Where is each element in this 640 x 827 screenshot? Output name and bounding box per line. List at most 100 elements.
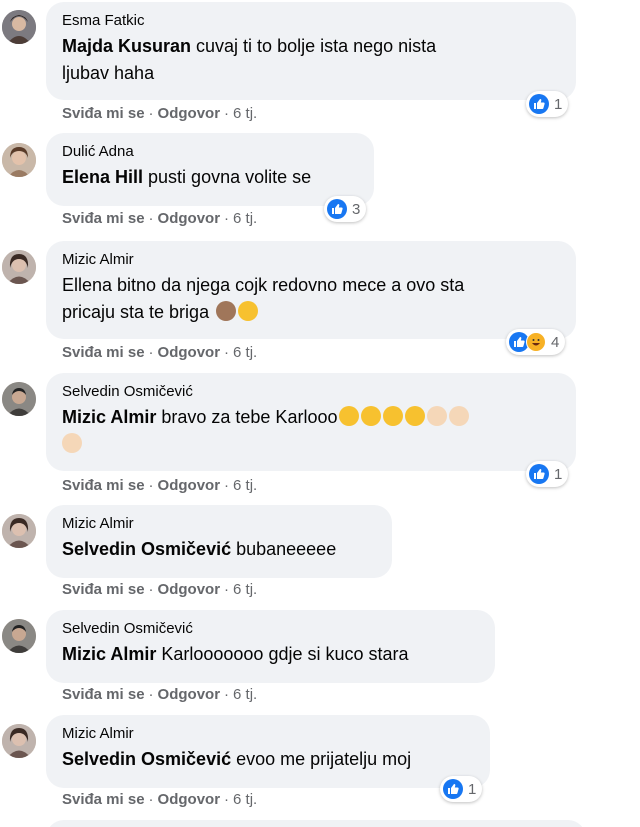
comment-text: Mizic Almir bravo za tebe Karlooo [62,404,560,458]
avatar[interactable] [2,514,36,548]
comment-text: Selvedin Osmičević evoo me prijatelju mo… [62,746,474,773]
reply-button[interactable]: Odgovor [158,686,221,703]
separator: · [224,686,230,703]
comment-text: Selvedin Osmičević bubaneeeee [62,536,376,563]
separator: · [148,477,154,494]
separator: · [148,210,154,227]
like-button[interactable]: Sviđa mi se [62,477,145,494]
like-reaction-icon [529,94,549,114]
comment-author[interactable]: Mizic Almir [62,250,560,270]
timestamp[interactable]: 6 tj. [233,105,257,122]
comment-text: Ellena bitno da njega cojk redovno mece … [62,272,560,326]
like-button[interactable]: Sviđa mi se [62,581,145,598]
separator: · [224,344,230,361]
clapping-hands-icon [427,406,448,426]
comment-author[interactable]: Esma Fatkic [62,11,560,31]
comment-text-line: bravo za tebe Karlooo [156,407,338,427]
comment-author[interactable]: Mizic Almir [62,514,376,534]
clapping-hands-icon [62,433,82,453]
tears-of-joy-icon [361,406,382,426]
comment-actions: Sviđa mi se · Odgovor · 6 tj. [62,476,257,496]
mention-link[interactable]: Selvedin Osmičević [62,749,231,769]
comment-actions: Sviđa mi se · Odgovor · 6 tj. [62,790,257,810]
separator: · [224,477,230,494]
mention-link[interactable]: Selvedin Osmičević [62,539,231,559]
timestamp[interactable]: 6 tj. [233,344,257,361]
reaction-summary[interactable]: 3 [324,196,367,222]
comment-text-line: pricaju sta te briga [62,302,210,322]
reaction-summary[interactable]: 1 [526,91,569,117]
haha-reaction-icon [526,332,546,352]
timestamp[interactable]: 6 tj. [233,210,257,227]
comment-actions: Sviđa mi se · Odgovor · 6 tj. [62,209,257,229]
mention-link[interactable]: Elena Hill [62,167,143,187]
comment-actions: Sviđa mi se · Odgovor · 6 tj. [62,104,257,124]
avatar[interactable] [2,619,36,653]
timestamp[interactable]: 6 tj. [233,791,257,808]
comment-text-line: ljubav haha [62,63,155,83]
separator: · [148,105,154,122]
reaction-count: 1 [554,95,563,113]
separator: · [148,581,154,598]
comment-bubble: Mizic Almir Selvedin Osmičević evoo me p… [46,715,490,788]
like-button[interactable]: Sviđa mi se [62,791,145,808]
comment-bubble: Mizic Almir Selvedin Osmičević bubaneeee… [46,505,392,578]
comment-author[interactable]: Mizic Almir [62,724,474,744]
reply-button[interactable]: Odgovor [158,581,221,598]
like-button[interactable]: Sviđa mi se [62,686,145,703]
comment-actions: Sviđa mi se · Odgovor · 6 tj. [62,343,257,363]
like-button[interactable]: Sviđa mi se [62,105,145,122]
tears-of-joy-icon [405,406,426,426]
reaction-summary[interactable]: 1 [440,776,483,802]
comment-bubble: Dulić Adna Elena Hill pusti govna volite… [46,133,374,206]
comment-bubble: Mizic Almir Ellena bitno da njega cojk r… [46,241,576,339]
reply-button[interactable]: Odgovor [158,477,221,494]
separator: · [148,344,154,361]
comment-text: Mizic Almir Karlooooooo gdje si kuco sta… [62,641,479,668]
separator: · [224,105,230,122]
mention-link[interactable]: Majda Kusuran [62,36,191,56]
mention-link[interactable]: Mizic Almir [62,407,156,427]
reply-button[interactable]: Odgovor [158,791,221,808]
comment-text-line: Karlooooooo gdje si kuco stara [156,644,409,664]
comment-author[interactable]: Selvedin Osmičević [62,619,479,639]
separator: · [224,210,230,227]
reply-button[interactable]: Odgovor [158,344,221,361]
reaction-count: 3 [352,200,361,218]
reaction-summary[interactable]: 1 [526,461,569,487]
reaction-summary[interactable]: 4 [506,329,566,355]
comment-bubble: Selvedin Osmičević Mizic Almir bravo za … [46,373,576,471]
avatar[interactable] [2,382,36,416]
like-reaction-icon [529,464,549,484]
reply-button[interactable]: Odgovor [158,210,221,227]
comment-text-line: evoo me prijatelju moj [231,749,412,769]
avatar[interactable] [2,10,36,44]
like-button[interactable]: Sviđa mi se [62,210,145,227]
comment-author[interactable]: Selvedin Osmičević [62,382,560,402]
comment-text-line: Ellena bitno da njega cojk redovno mece … [62,275,465,295]
avatar[interactable] [2,724,36,758]
clapping-hands-icon [449,406,470,426]
tears-of-joy-icon [383,406,404,426]
separator: · [148,791,154,808]
avatar[interactable] [2,143,36,177]
like-button[interactable]: Sviđa mi se [62,344,145,361]
comment-actions: Sviđa mi se · Odgovor · 6 tj. [62,685,257,705]
comment-bubble: Esma Fatkic Majda Kusuran cuvaj ti to bo… [46,2,576,100]
avatar[interactable] [2,250,36,284]
mention-link[interactable]: Mizic Almir [62,644,156,664]
comment-text-line: bubaneeeee [231,539,337,559]
like-reaction-icon [327,199,347,219]
timestamp[interactable]: 6 tj. [233,581,257,598]
tears-of-joy-icon [339,406,360,426]
separator: · [224,581,230,598]
grinning-face-icon [238,301,259,321]
comment-actions: Sviđa mi se · Odgovor · 6 tj. [62,580,257,600]
timestamp[interactable]: 6 tj. [233,686,257,703]
comment-author[interactable]: Dulić Adna [62,142,358,162]
comment-text-line: pusti govna volite se [143,167,312,187]
comment-text: Elena Hill pusti govna volite se [62,164,358,191]
see-no-evil-monkey-icon [216,301,237,321]
reply-button[interactable]: Odgovor [158,105,221,122]
timestamp[interactable]: 6 tj. [233,477,257,494]
